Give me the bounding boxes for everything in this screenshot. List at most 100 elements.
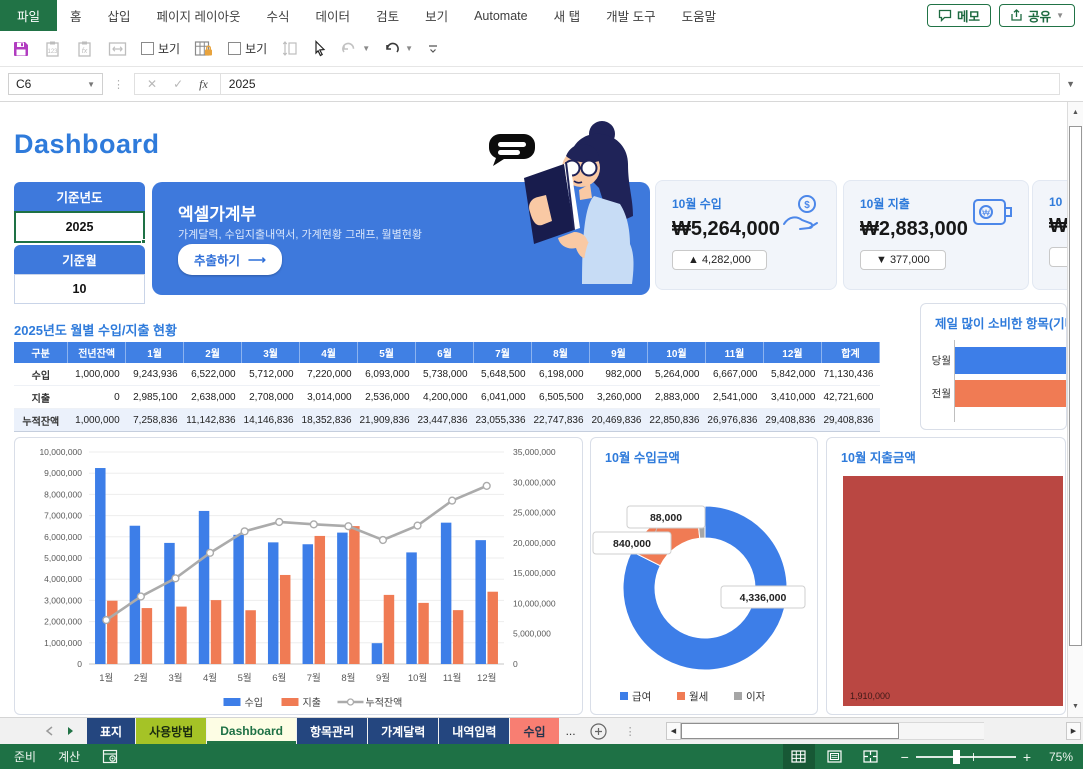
sheet-tab-수입[interactable]: 수입 <box>510 718 558 744</box>
scroll-left-icon[interactable]: ◀ <box>666 722 681 740</box>
view-checkbox-1[interactable]: 보기 <box>141 40 180 57</box>
vertical-scrollbar[interactable]: ▲ ▼ <box>1067 102 1083 717</box>
formula-bar-splitter[interactable]: ⋮ <box>113 78 124 91</box>
horizontal-scroll-track[interactable] <box>681 722 984 740</box>
ribbon-tab-0[interactable]: 홈 <box>57 0 95 31</box>
zoom-level[interactable]: 75% <box>1043 750 1073 764</box>
table-row[interactable]: 누적잔액1,000,0007,258,83611,142,83614,146,8… <box>14 409 880 432</box>
ribbon-tab-7[interactable]: Automate <box>461 0 541 31</box>
save-icon <box>12 40 30 58</box>
svg-text:25,000,000: 25,000,000 <box>513 508 556 518</box>
expense-treemap-chart[interactable]: 10월 지출금액 1,910,000 <box>826 437 1066 715</box>
undo-button[interactable]: ▼ <box>384 41 413 56</box>
cancel-entry-icon[interactable]: ✕ <box>147 77 157 91</box>
base-year-cell[interactable]: 2025 <box>14 211 145 243</box>
checkbox-icon[interactable] <box>141 42 154 55</box>
protect-sheet-button[interactable] <box>194 40 214 58</box>
share-button[interactable]: 공유 ▼ <box>999 4 1075 27</box>
vertical-scroll-thumb[interactable] <box>1069 126 1082 646</box>
ribbon-tab-6[interactable]: 보기 <box>412 0 461 31</box>
sheet-tab-사용방법[interactable]: 사용방법 <box>136 718 206 744</box>
zoom-in-button[interactable]: + <box>1023 749 1031 765</box>
formula-input[interactable]: 2025 <box>221 73 1060 95</box>
metric-card-0[interactable]: 10월 수입$₩5,264,000▲ 4,282,000 <box>655 180 837 290</box>
ready-indicator: 준비 <box>14 748 36 765</box>
view-checkbox-label: 보기 <box>158 40 180 57</box>
ribbon-tab-file[interactable]: 파일 <box>0 0 57 31</box>
paste-formulas-button[interactable]: fx <box>76 40 94 58</box>
zoom-slider-thumb[interactable] <box>953 750 960 764</box>
income-donut-chart[interactable]: 10월 수입금액 88,000840,0004,336,000급여월세이자 <box>590 437 818 715</box>
customize-toolbar-button[interactable] <box>427 43 439 55</box>
checkbox-icon[interactable] <box>228 42 241 55</box>
top-category-panel[interactable]: 제일 많이 소비한 항목(기타 당월 전월 <box>920 303 1067 430</box>
sheet-tab-표지[interactable]: 표지 <box>87 718 135 744</box>
donut-chart-title: 10월 수입금액 <box>605 447 680 466</box>
dashboard-sheet[interactable]: Dashboard 기준년도 2025 기준월 10 엑셀가계부 가계달력, 수… <box>0 102 1067 717</box>
ribbon-tab-10[interactable]: 도움말 <box>669 0 730 31</box>
view-checkbox-2[interactable]: 보기 <box>228 40 267 57</box>
svg-text:15,000,000: 15,000,000 <box>513 568 556 578</box>
comments-button[interactable]: 메모 <box>927 4 991 27</box>
svg-text:누적잔액: 누적잔액 <box>366 697 403 709</box>
paste-formulas-icon: fx <box>76 40 94 58</box>
calculate-indicator[interactable]: 계산 <box>58 748 80 765</box>
ribbon-tab-2[interactable]: 페이지 레이아웃 <box>144 0 254 31</box>
scroll-down-icon[interactable]: ▼ <box>1068 698 1083 715</box>
metric-card-2[interactable]: 10₩▲ <box>1032 180 1067 290</box>
sheet-nav-left-icon[interactable] <box>45 726 53 736</box>
ribbon-tab-8[interactable]: 새 탭 <box>541 0 593 31</box>
card-delta-badge: ▲ 4,282,000 <box>672 250 767 270</box>
select-cursor-button[interactable] <box>312 40 327 57</box>
base-month-cell[interactable]: 10 <box>14 274 145 304</box>
paste-values-icon: 123 <box>44 40 62 58</box>
tabbar-splitter[interactable]: ⋮ <box>615 718 646 744</box>
horizontal-scroll-thumb[interactable] <box>681 723 899 739</box>
ribbon-tab-1[interactable]: 삽입 <box>95 0 144 31</box>
svg-text:7,000,000: 7,000,000 <box>44 511 82 521</box>
monthly-combo-chart[interactable]: 01,000,0002,000,0003,000,0004,000,0005,0… <box>14 437 583 715</box>
sheet-tab-항목관리[interactable]: 항목관리 <box>297 718 367 744</box>
sheet-tab-가계달력[interactable]: 가계달력 <box>368 718 438 744</box>
sheet-tab-내역입력[interactable]: 내역입력 <box>439 718 509 744</box>
table-row[interactable]: 지출02,985,1002,638,0002,708,0003,014,0002… <box>14 386 880 409</box>
svg-text:5,000,000: 5,000,000 <box>44 553 82 563</box>
normal-view-icon <box>791 750 806 763</box>
paste-values-button[interactable]: 123 <box>44 40 62 58</box>
page-break-view-button[interactable] <box>855 744 887 769</box>
sheet-tabs-overflow[interactable]: ... <box>560 718 582 744</box>
scroll-right-icon[interactable]: ▶ <box>1066 722 1081 740</box>
confirm-entry-icon[interactable]: ✓ <box>173 77 183 91</box>
horizontal-scrollbar[interactable]: ◀ ▶ <box>666 721 1081 741</box>
zoom-slider[interactable] <box>916 750 1016 764</box>
ribbon-tab-9[interactable]: 개발 도구 <box>593 0 668 31</box>
table-row[interactable]: 수입1,000,0009,243,9366,522,0005,712,0007,… <box>14 363 880 386</box>
ribbon-tab-5[interactable]: 검토 <box>363 0 412 31</box>
ribbon-tab-3[interactable]: 수식 <box>254 0 303 31</box>
zoom-out-button[interactable]: − <box>901 749 909 765</box>
extract-button[interactable]: 추출하기 ⟶ <box>178 244 282 275</box>
macro-record-icon[interactable] <box>102 749 118 764</box>
center-across-button[interactable] <box>108 41 127 57</box>
scroll-up-icon[interactable]: ▲ <box>1068 104 1083 121</box>
redo-button[interactable]: ▼ <box>341 41 370 56</box>
normal-view-button[interactable] <box>783 744 815 769</box>
sheet-nav-right-icon[interactable] <box>67 726 75 736</box>
donut-chart-svg: 88,000840,0004,336,000급여월세이자 <box>591 466 817 712</box>
fill-handle[interactable] <box>141 239 146 244</box>
save-button[interactable] <box>12 40 30 58</box>
metric-card-1[interactable]: 10월 지출₩₩2,883,000▼ 377,000 <box>843 180 1029 290</box>
ribbon-tab-bar: 파일 홈삽입페이지 레이아웃수식데이터검토보기Automate새 탭개발 도구도… <box>0 0 1083 31</box>
expand-formula-bar-icon[interactable]: ▼ <box>1066 79 1075 89</box>
insert-function-icon[interactable]: fx <box>199 77 208 92</box>
row-height-button[interactable] <box>281 40 298 57</box>
add-sheet-button[interactable] <box>582 718 615 744</box>
table-header: 4월 <box>300 342 358 363</box>
banner-title: 엑셀가계부 <box>178 200 256 225</box>
name-box[interactable]: C6 ▼ <box>8 73 103 95</box>
page-layout-view-button[interactable] <box>819 744 851 769</box>
previous-month-bar <box>955 380 1067 407</box>
sheet-tab-Dashboard[interactable]: Dashboard <box>207 718 296 744</box>
monthly-table[interactable]: 구분전년잔액1월2월3월4월5월6월7월8월9월10월11월12월합계수입1,0… <box>14 342 880 432</box>
ribbon-tab-4[interactable]: 데이터 <box>303 0 364 31</box>
